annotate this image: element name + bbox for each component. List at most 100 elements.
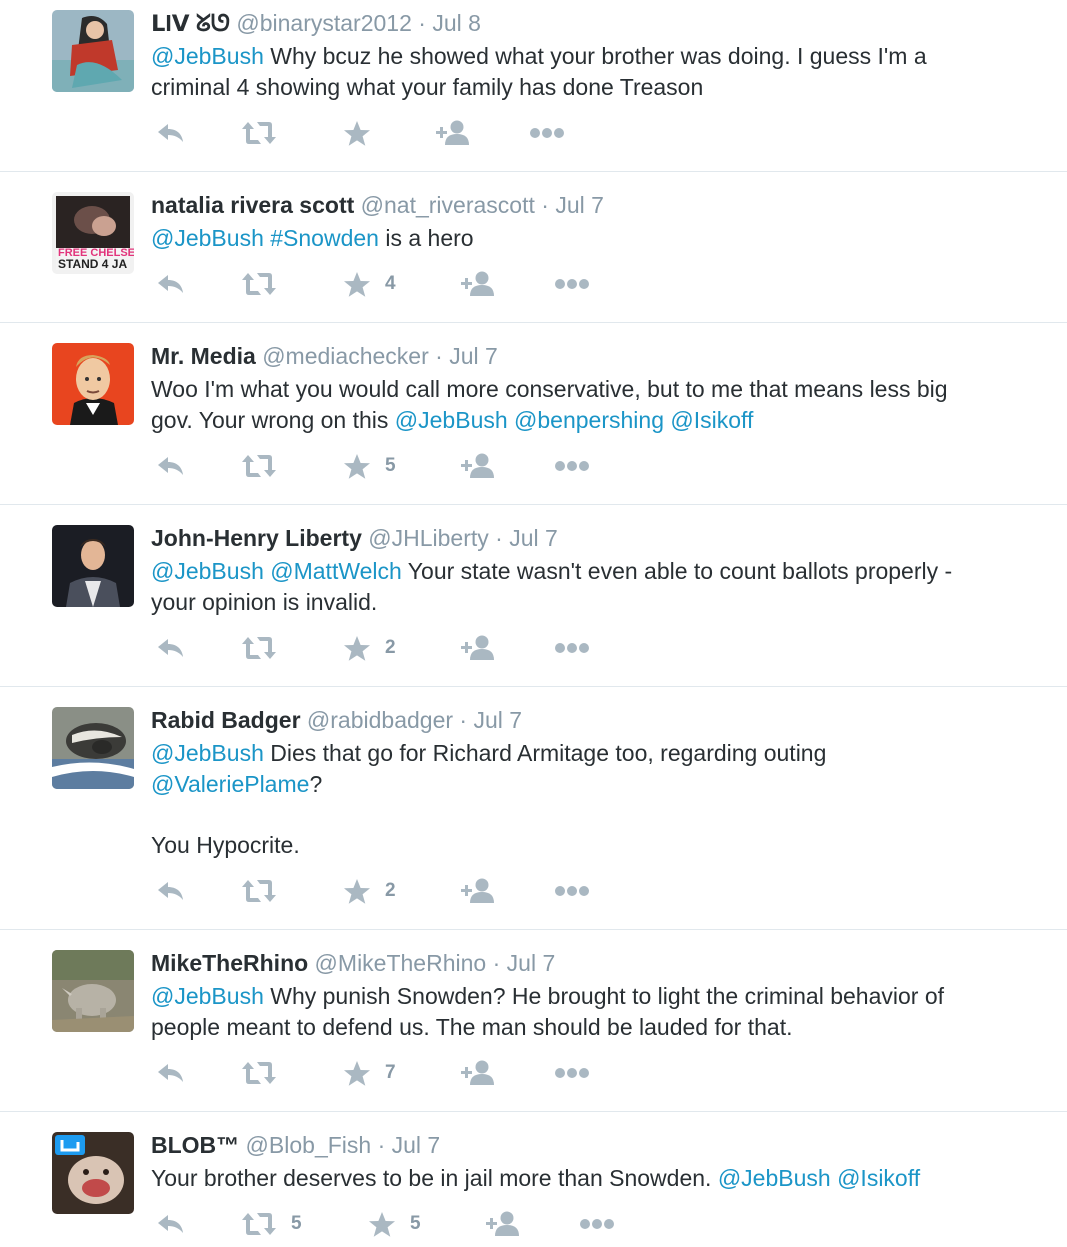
tweet-header: natalia rivera scott @nat_riverascott · … bbox=[151, 192, 1027, 218]
author-name[interactable]: ᒪIᐯ ᘜᘎ bbox=[151, 10, 230, 36]
tweet-content: natalia rivera scott @nat_riverascott · … bbox=[151, 192, 1027, 254]
author-name[interactable]: MikeTheRhino bbox=[151, 950, 308, 976]
retweet-count: 5 bbox=[291, 1213, 302, 1234]
author-name[interactable]: John-Henry Liberty bbox=[151, 525, 362, 551]
follow-button[interactable] bbox=[461, 264, 497, 304]
more-icon bbox=[554, 885, 590, 897]
mention-link[interactable]: @MattWelch bbox=[270, 558, 402, 584]
timestamp[interactable]: Jul 8 bbox=[432, 10, 481, 36]
author-name[interactable]: Mr. Media bbox=[151, 343, 256, 369]
mention-link[interactable]: @JebBush bbox=[151, 225, 264, 251]
timestamp[interactable]: Jul 7 bbox=[473, 707, 522, 733]
follow-button[interactable] bbox=[461, 628, 497, 668]
reply-icon bbox=[156, 121, 186, 145]
reply-button[interactable] bbox=[156, 113, 186, 153]
mention-link[interactable]: @JebBush bbox=[151, 43, 264, 69]
timestamp[interactable]: Jul 7 bbox=[507, 950, 556, 976]
avatar[interactable] bbox=[52, 343, 134, 425]
author-handle[interactable]: @JHLiberty bbox=[362, 525, 489, 551]
follow-button[interactable] bbox=[461, 1053, 497, 1093]
reply-button[interactable] bbox=[156, 1053, 186, 1093]
retweet-button[interactable] bbox=[241, 871, 277, 911]
mention-link[interactable]: @JebBush bbox=[151, 558, 264, 584]
star-icon bbox=[343, 1060, 371, 1087]
follow-button[interactable] bbox=[436, 113, 472, 153]
more-button[interactable] bbox=[554, 628, 590, 668]
mention-link[interactable]: @Isikoff bbox=[670, 407, 753, 433]
mention-link[interactable]: @JebBush bbox=[151, 983, 264, 1009]
avatar[interactable] bbox=[52, 950, 134, 1032]
reply-button[interactable] bbox=[156, 1204, 186, 1244]
more-button[interactable] bbox=[554, 264, 590, 304]
reply-button[interactable] bbox=[156, 871, 186, 911]
more-button[interactable] bbox=[554, 446, 590, 486]
text-line: @JebBush Dies that go for Richard Armita… bbox=[151, 738, 1027, 769]
timestamp[interactable]: Jul 7 bbox=[555, 192, 604, 218]
avatar[interactable]: FREE CHELSEASTAND 4 JA bbox=[52, 192, 134, 274]
favorite-button[interactable]: 2 bbox=[343, 871, 396, 911]
retweet-button[interactable] bbox=[241, 446, 277, 486]
author-name[interactable]: Rabid Badger bbox=[151, 707, 301, 733]
mention-link[interactable]: @ValeriePlame bbox=[151, 771, 309, 797]
retweet-icon bbox=[241, 1060, 277, 1086]
more-button[interactable] bbox=[554, 871, 590, 911]
follow-button[interactable] bbox=[461, 871, 497, 911]
retweet-button[interactable]: 5 bbox=[241, 1204, 302, 1244]
retweet-icon bbox=[241, 1211, 277, 1237]
retweet-button[interactable] bbox=[241, 1053, 277, 1093]
retweet-button[interactable] bbox=[241, 113, 277, 153]
timestamp[interactable]: Jul 7 bbox=[509, 525, 558, 551]
tweet-text: @JebBush Dies that go for Richard Armita… bbox=[151, 738, 1027, 861]
timestamp[interactable]: Jul 7 bbox=[392, 1132, 441, 1158]
author-handle[interactable]: @rabidbadger bbox=[301, 707, 453, 733]
author-handle[interactable]: @Blob_Fish bbox=[239, 1132, 372, 1158]
timestamp[interactable]: Jul 7 bbox=[449, 343, 498, 369]
text-segment: Dies that go for Richard Armitage too, r… bbox=[263, 740, 827, 766]
mention-link[interactable]: @benpershing bbox=[514, 407, 664, 433]
favorite-button[interactable]: 4 bbox=[343, 264, 396, 304]
reply-icon bbox=[156, 1212, 186, 1236]
author-handle[interactable]: @nat_riverascott bbox=[354, 192, 535, 218]
avatar[interactable] bbox=[52, 1132, 134, 1214]
tweet[interactable]: Mr. Media @mediachecker · Jul 7 Woo I'm w… bbox=[0, 323, 1067, 505]
favorite-button[interactable] bbox=[343, 113, 371, 153]
retweet-button[interactable] bbox=[241, 628, 277, 668]
author-name[interactable]: BLOB™ bbox=[151, 1132, 239, 1158]
favorite-button[interactable]: 2 bbox=[343, 628, 396, 668]
tweet[interactable]: MikeTheRhino @MikeTheRhino · Jul 7 @JebBu… bbox=[0, 930, 1067, 1112]
more-button[interactable] bbox=[529, 113, 565, 153]
mention-link[interactable]: @Isikoff bbox=[837, 1165, 920, 1191]
star-icon bbox=[343, 271, 371, 298]
tweet[interactable]: BLOB™ @Blob_Fish · Jul 7 Your brother des… bbox=[0, 1112, 1067, 1247]
avatar[interactable] bbox=[52, 525, 134, 607]
author-handle[interactable]: @MikeTheRhino bbox=[308, 950, 487, 976]
author-name[interactable]: natalia rivera scott bbox=[151, 192, 354, 218]
author-handle[interactable]: @mediachecker bbox=[256, 343, 429, 369]
tweet[interactable]: ᒪIᐯ ᘜᘎ @binarystar2012 · Jul 8 @JebBush W… bbox=[0, 0, 1067, 172]
favorite-button[interactable]: 5 bbox=[368, 1204, 421, 1244]
favorite-count: 5 bbox=[385, 455, 396, 476]
favorite-button[interactable]: 7 bbox=[343, 1053, 396, 1093]
favorite-button[interactable]: 5 bbox=[343, 446, 396, 486]
mention-link[interactable]: @JebBush bbox=[395, 407, 508, 433]
tweet[interactable]: FREE CHELSEASTAND 4 JA natalia rivera sco… bbox=[0, 172, 1067, 323]
author-handle[interactable]: @binarystar2012 bbox=[230, 10, 412, 36]
avatar[interactable] bbox=[52, 10, 134, 92]
tweet[interactable]: John-Henry Liberty @JHLiberty · Jul 7 @Je… bbox=[0, 505, 1067, 687]
follow-button[interactable] bbox=[461, 446, 497, 486]
hashtag-link[interactable]: #Snowden bbox=[270, 225, 379, 251]
reply-icon bbox=[156, 454, 186, 478]
separator-dot: · bbox=[488, 525, 510, 551]
avatar[interactable] bbox=[52, 707, 134, 789]
reply-button[interactable] bbox=[156, 446, 186, 486]
reply-button[interactable] bbox=[156, 264, 186, 304]
more-button[interactable] bbox=[554, 1053, 590, 1093]
more-button[interactable] bbox=[579, 1204, 615, 1244]
mention-link[interactable]: @JebBush bbox=[718, 1165, 831, 1191]
reply-button[interactable] bbox=[156, 628, 186, 668]
follow-button[interactable] bbox=[486, 1204, 522, 1244]
retweet-button[interactable] bbox=[241, 264, 277, 304]
mention-link[interactable]: @JebBush bbox=[151, 740, 264, 766]
tweet[interactable]: Rabid Badger @rabidbadger · Jul 7 @JebBus… bbox=[0, 687, 1067, 930]
favorite-count: 7 bbox=[385, 1062, 396, 1083]
